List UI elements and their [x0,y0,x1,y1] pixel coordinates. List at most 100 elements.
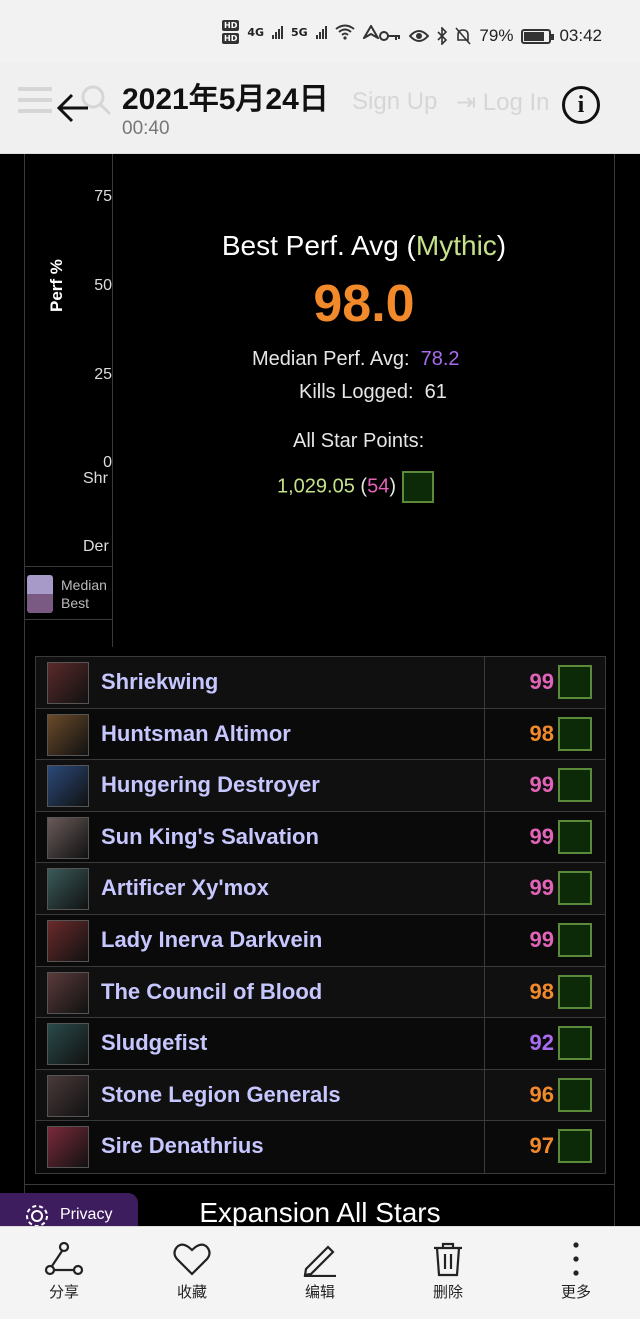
privacy-label: Privacy [60,1206,113,1223]
boss-name[interactable]: The Council of Blood [101,979,322,1005]
kills-logged-row: Kills Logged: 61 [299,381,447,404]
back-arrow-icon[interactable] [56,88,90,128]
best-perf-heading: Best Perf. Avg (Mythic) [221,230,507,261]
difficulty-label: Mythic [415,230,497,261]
boss-name[interactable]: Sludgefist [101,1030,207,1056]
column-divider [484,657,485,708]
column-divider [484,708,485,760]
all-star-badge-icon [401,471,434,503]
boss-portrait [47,713,89,756]
median-perf-row: Median Perf. Avg: 78.2 [252,348,460,371]
y-axis-label: Perf % [47,259,66,312]
heart-icon [173,1243,211,1276]
boss-portrait [47,868,89,911]
boss-score: 99 [529,669,554,694]
legend-swatch-best [27,594,53,613]
boss-row[interactable]: Hungering Destroyer 99 [36,760,605,812]
boss-row[interactable]: The Council of Blood 98 [36,966,605,1019]
sign-up-link: Sign Up [352,88,438,115]
boss-portrait [47,1023,89,1066]
boss-portrait [47,919,89,962]
delete-button[interactable]: 删除 [384,1227,512,1319]
all-star-points: 1,029.05 [277,475,355,498]
x-tick-shriekwing: Shr [83,470,108,487]
battery-icon [521,28,555,44]
best-perf-value: 98.0 [313,275,415,333]
bottom-toolbar: 分享 收藏 编辑 删除 更多 [0,1226,640,1319]
boss-portrait [47,765,89,808]
hd-badge: HD [222,20,240,31]
boss-row[interactable]: Sludgefist 92 [36,1018,605,1070]
column-divider [484,1121,485,1173]
boss-row[interactable]: Lady Inerva Darkvein 99 [36,914,605,967]
favorite-button[interactable]: 收藏 [128,1227,256,1319]
more-icon [573,1242,579,1276]
boss-row[interactable]: Shriekwing 99 [36,657,605,709]
boss-row[interactable]: Stone Legion Generals 96 [36,1069,605,1122]
all-star-badge-icon [558,768,592,803]
key-icon [379,31,401,41]
boss-name[interactable]: Lady Inerva Darkvein [101,927,322,953]
hd-badge: HD [222,33,240,44]
kills-logged-value: 61 [424,381,447,403]
all-star-rank: 54 [367,475,390,498]
column-divider [484,760,485,811]
login-icon: ⇥ [456,89,483,116]
share-label: 分享 [48,1283,79,1301]
navigation-icon [362,25,379,39]
page-title: 2021年5月24日 [122,83,329,116]
network-type-1: 4G [247,25,265,39]
wifi-icon [335,24,355,40]
y-tick-75: 75 [94,188,112,205]
edit-button[interactable]: 编辑 [256,1227,384,1319]
network-indicators: HD HD 4G 5G [222,20,379,44]
delete-label: 删除 [432,1283,463,1301]
performance-summary: Best Perf. Avg (Mythic) 98.0 Median Perf… [113,154,614,647]
boss-portrait [47,971,89,1014]
pencil-icon [303,1245,336,1277]
boss-portrait [47,1074,89,1117]
boss-portrait [47,1126,89,1169]
boss-name[interactable]: Stone Legion Generals [101,1082,341,1108]
favorite-label: 收藏 [176,1283,207,1301]
all-star-badge-icon [558,716,592,751]
clock: 03:42 [559,26,602,45]
boss-score: 99 [529,875,554,901]
y-tick-25: 25 [94,366,112,383]
share-icon [44,1241,84,1276]
boss-score: 92 [529,1030,554,1056]
boss-score: 99 [529,926,554,952]
boss-name[interactable]: Huntsman Altimor [101,721,291,747]
boss-name[interactable]: Hungering Destroyer [101,772,320,798]
column-divider [484,914,485,966]
boss-score: 97 [529,1133,554,1159]
boss-row[interactable]: Huntsman Altimor 98 [36,708,605,761]
boss-row[interactable]: Artificer Xy'mox 99 [36,863,605,915]
perf-chart: 75 50 25 0 Shr Der Perf % Median Best [25,154,113,647]
share-button[interactable]: 分享 [0,1227,128,1319]
trash-icon [434,1242,462,1277]
all-star-row: 1,029.05 (54) [277,471,434,503]
all-star-badge-icon [558,1026,592,1061]
log-in-link: ⇥ Log In [456,89,550,116]
column-divider [484,863,485,914]
mute-icon [455,27,472,45]
boss-row[interactable]: Sun King's Salvation 99 [36,811,605,864]
boss-score: 98 [529,720,554,746]
boss-name[interactable]: Artificer Xy'mox [101,875,269,901]
all-star-badge-icon [558,1077,592,1112]
all-star-badge-icon [558,1129,592,1164]
y-tick-50: 50 [94,277,112,294]
boss-name[interactable]: Shriekwing [101,669,218,695]
status-bar: HD HD 4G 5G 79% 03:42 [0,0,640,62]
boss-name[interactable]: Sun King's Salvation [101,824,319,850]
boss-row[interactable]: Sire Denathrius 97 [36,1121,605,1173]
boss-name[interactable]: Sire Denathrius [101,1133,264,1159]
boss-score: 99 [529,823,554,849]
boss-portrait [47,662,89,704]
more-button[interactable]: 更多 [512,1227,640,1319]
all-star-badge-icon [558,871,592,906]
info-button[interactable]: i [562,86,600,124]
legend-label-best: Best [61,595,90,611]
all-star-label: All Star Points: [293,430,425,452]
